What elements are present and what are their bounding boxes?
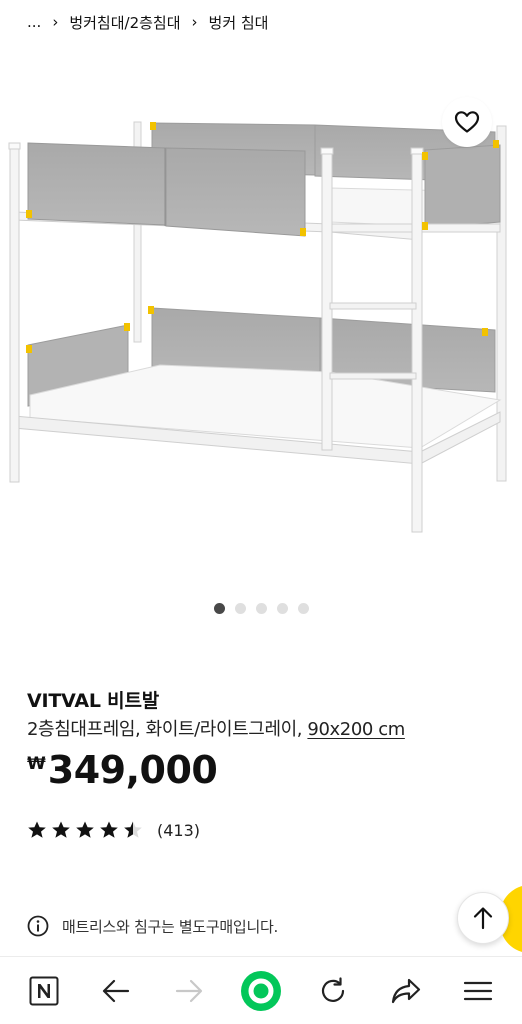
breadcrumb: ... › 벙커침대/2층침대 › 벙커 침대 <box>27 10 268 34</box>
favorite-button[interactable] <box>442 97 492 147</box>
naver-home-icon <box>29 976 59 1005</box>
size-link[interactable]: 90x200 cm <box>307 719 405 740</box>
arrow-up-icon <box>473 907 493 930</box>
carousel-indicator <box>0 603 522 617</box>
share-button[interactable] <box>383 968 429 1014</box>
breadcrumb-item-bunk-beds[interactable]: 벙커침대/2층침대 <box>69 12 180 33</box>
review-count[interactable]: (413) <box>157 821 200 840</box>
chevron-right-icon: › <box>191 13 198 31</box>
browser-nav-bar <box>0 956 522 1024</box>
mattress-notice: 매트리스와 침구는 별도구매입니다. <box>27 913 278 939</box>
back-button[interactable] <box>93 968 139 1014</box>
share-icon <box>391 978 420 1003</box>
product-name: VITVAL 비트발 <box>27 690 160 712</box>
green-home-icon <box>240 970 281 1011</box>
chevron-right-icon: › <box>52 13 59 31</box>
carousel-dot[interactable] <box>234 603 246 614</box>
star-half-icon <box>124 821 142 838</box>
rating-row[interactable]: (413) <box>27 818 200 842</box>
green-home-button[interactable] <box>238 968 284 1014</box>
breadcrumb-item-current[interactable]: 벙커 침대 <box>209 12 269 33</box>
star-rating <box>27 820 143 840</box>
heart-icon <box>454 111 480 133</box>
refresh-button[interactable] <box>310 968 356 1014</box>
carousel-dot[interactable] <box>297 603 309 614</box>
back-arrow-icon <box>103 979 130 1002</box>
product-image-gallery[interactable] <box>0 104 522 544</box>
refresh-icon <box>322 976 345 1002</box>
carousel-dot[interactable] <box>276 603 288 614</box>
carousel-dot[interactable] <box>255 603 267 614</box>
naver-home-button[interactable] <box>21 968 67 1014</box>
star-filled-icon <box>52 821 70 838</box>
star-filled-icon <box>76 821 94 838</box>
carousel-dot-active[interactable] <box>213 603 225 614</box>
menu-button[interactable] <box>455 968 501 1014</box>
scroll-to-top-button[interactable] <box>457 892 509 944</box>
notice-text: 매트리스와 침구는 별도구매입니다. <box>62 917 278 936</box>
bunk-bed-product-image <box>8 121 507 533</box>
menu-icon <box>463 981 492 1000</box>
star-filled-icon <box>28 821 46 838</box>
product-description: 2층침대프레임, 화이트/라이트그레이, 90x200 cm <box>27 715 405 741</box>
price-amount: 349,000 <box>47 748 218 792</box>
star-filled-icon <box>100 821 118 838</box>
currency-symbol: ₩ <box>27 754 46 774</box>
breadcrumb-ellipsis[interactable]: ... <box>27 13 41 31</box>
info-icon <box>27 915 49 937</box>
product-description-text: 2층침대프레임, 화이트/라이트그레이, <box>27 719 308 740</box>
forward-button[interactable] <box>166 968 212 1014</box>
product-price: ₩ 349,000 <box>27 748 218 792</box>
forward-arrow-icon <box>175 979 202 1002</box>
